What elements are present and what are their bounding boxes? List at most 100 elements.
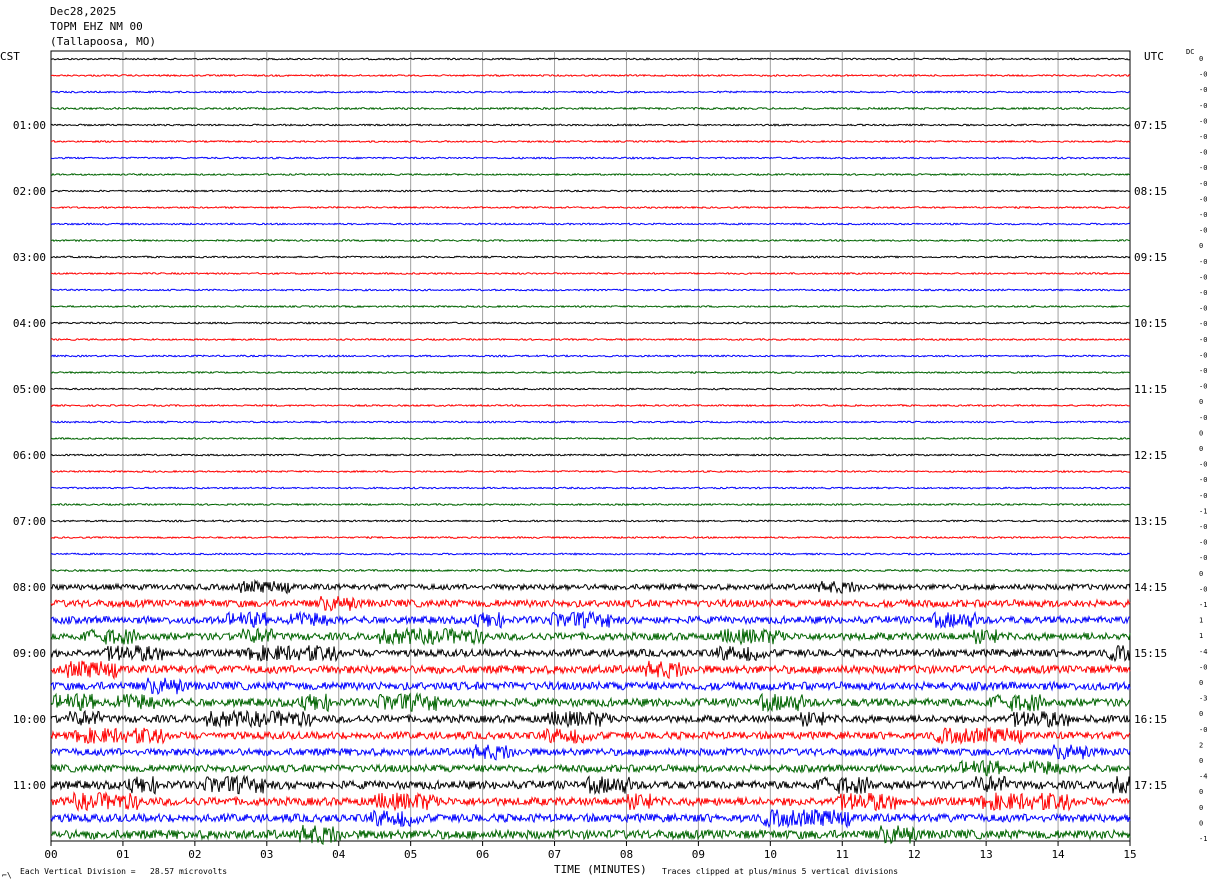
seismic-trace (50, 189, 1131, 193)
dc-offset-value: 0 (1199, 398, 1203, 406)
left-hour-label: 03:00 (13, 251, 46, 264)
right-hour-label: 13:15 (1134, 515, 1167, 528)
seismic-trace (50, 486, 1131, 490)
seismic-trace (50, 535, 1131, 540)
dc-offset-value: -0 (1199, 336, 1207, 344)
seismic-trace (50, 57, 1131, 61)
dc-offset-value: -0 (1199, 351, 1207, 359)
dc-offset-value: -0 (1199, 86, 1207, 94)
seismic-trace (50, 238, 1131, 243)
dc-offset-value: 0 (1199, 570, 1203, 578)
seismic-trace (50, 691, 1131, 713)
dc-offset-value: 0 (1199, 804, 1203, 812)
dc-offset-value: -0 (1199, 149, 1207, 157)
seismic-trace (50, 709, 1131, 729)
seismic-trace (50, 222, 1131, 226)
dc-offset-value: 0 (1199, 679, 1203, 687)
seismic-trace (50, 321, 1131, 325)
dc-offset-value: -0 (1199, 227, 1207, 235)
right-hour-label: 12:15 (1134, 449, 1167, 462)
dc-offset-value: 0 (1199, 788, 1203, 796)
dc-offset-value: -0 (1199, 195, 1207, 203)
dc-offset-value: -0 (1199, 258, 1207, 266)
dc-offset-value: -0 (1199, 476, 1207, 484)
left-hour-label: 04:00 (13, 317, 46, 330)
left-hour-label: 08:00 (13, 581, 46, 594)
dc-offset-value: -0 (1199, 273, 1207, 281)
seismic-trace (50, 595, 1131, 612)
seismic-trace (50, 354, 1131, 358)
x-tick-label: 03 (260, 848, 273, 861)
dc-offset-value: 2 (1199, 741, 1203, 749)
dc-offset-value: 0 (1199, 445, 1203, 453)
x-tick-label: 09 (692, 848, 705, 861)
seismic-trace (50, 436, 1131, 441)
dc-offset-value: 0 (1199, 757, 1203, 765)
x-tick-label: 00 (44, 848, 57, 861)
x-tick-label: 12 (908, 848, 921, 861)
seismic-trace (50, 205, 1131, 210)
left-hour-label: 06:00 (13, 449, 46, 462)
dc-offset-value: -0 (1199, 554, 1207, 562)
dc-offset-value: 0 (1199, 429, 1203, 437)
seismic-trace (50, 644, 1131, 663)
dc-offset-value: -0 (1199, 320, 1207, 328)
right-hour-label: 11:15 (1134, 383, 1167, 396)
dc-offset-value: -0 (1199, 726, 1207, 734)
seismic-trace (50, 726, 1131, 746)
seismic-trace (50, 808, 1131, 829)
seismic-trace (50, 123, 1131, 127)
right-hour-label: 09:15 (1134, 251, 1167, 264)
x-tick-label: 05 (404, 848, 417, 861)
dc-offset-value: -1 (1199, 835, 1207, 843)
dc-offset-value: -4 (1199, 773, 1207, 781)
seismic-trace (50, 660, 1131, 681)
corner-mark: ⌐\ (2, 871, 12, 880)
seismic-trace (50, 469, 1131, 474)
left-hour-label: 01:00 (13, 119, 46, 132)
dc-offset-value: 0 (1199, 242, 1203, 250)
seismic-trace (50, 626, 1131, 646)
clip-note: Traces clipped at plus/minus 5 vertical … (662, 867, 899, 876)
seismic-trace (50, 106, 1131, 111)
dc-offset-value: -0 (1199, 102, 1207, 110)
dc-offset-value: -0 (1199, 117, 1207, 125)
dc-offset-value: -1 (1199, 507, 1207, 515)
dc-offset-value: -0 (1199, 164, 1207, 172)
dc-offset-value: -1 (1199, 601, 1207, 609)
right-hour-label: 16:15 (1134, 713, 1167, 726)
x-tick-label: 08 (620, 848, 633, 861)
seismic-trace (50, 156, 1131, 160)
seismic-trace (50, 502, 1131, 507)
seismic-trace (50, 288, 1131, 292)
dc-offset-value: -0 (1199, 71, 1207, 79)
seismic-trace (50, 552, 1131, 556)
x-tick-label: 15 (1123, 848, 1136, 861)
seismic-trace (51, 304, 1131, 309)
x-axis-title: TIME (MINUTES) (554, 863, 647, 876)
right-hour-label: 17:15 (1134, 779, 1167, 792)
left-hour-label: 09:00 (13, 647, 46, 660)
right-hour-label: 14:15 (1134, 581, 1167, 594)
x-tick-label: 10 (764, 848, 777, 861)
seismic-trace (50, 519, 1131, 523)
dc-offset-value: -0 (1199, 133, 1207, 141)
right-hour-label: 10:15 (1134, 317, 1167, 330)
dc-offset-value: 0 (1199, 710, 1203, 718)
seismic-trace (50, 610, 1131, 629)
seismic-trace (50, 420, 1131, 424)
seismic-trace (50, 73, 1131, 78)
dc-offset-value: -0 (1199, 305, 1207, 313)
dc-offset-value: -0 (1199, 461, 1207, 469)
dc-offset-value: -0 (1199, 663, 1207, 671)
seismic-trace (50, 774, 1131, 795)
seismic-trace (50, 403, 1131, 408)
seismic-trace (50, 578, 1131, 595)
x-tick-label: 14 (1051, 848, 1065, 861)
right-hour-label: 15:15 (1134, 647, 1167, 660)
left-hour-label: 11:00 (13, 779, 46, 792)
dc-offset-value: -0 (1199, 539, 1207, 547)
scale-note: Each Vertical Division = 28.57 microvolt… (20, 867, 228, 876)
dc-offset-value: -3 (1199, 695, 1207, 703)
x-tick-label: 04 (332, 848, 346, 861)
